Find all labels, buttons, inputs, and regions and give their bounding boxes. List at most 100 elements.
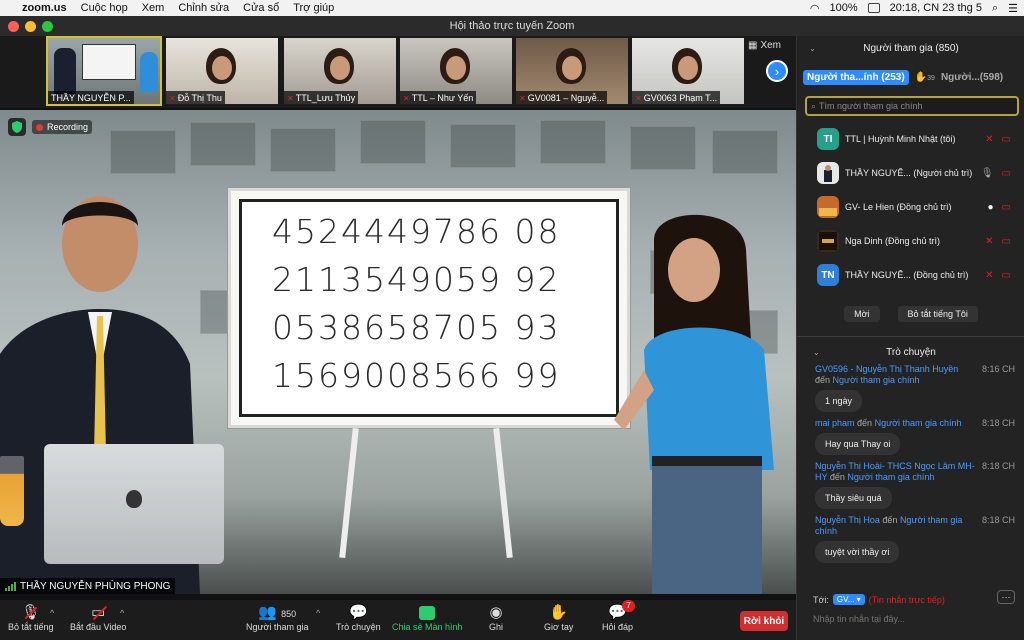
participant-list: TI TTL | Huỳnh Minh Nhật (tôi) ✕ ▭ THẦY N… <box>797 122 1024 292</box>
tile-name-label: ✕ TTL_Lưu Thủy <box>284 91 359 104</box>
avatar <box>817 196 839 218</box>
share-screen-button[interactable]: Chia sẻ Màn hình <box>392 604 463 632</box>
recipient-dropdown[interactable]: GV... ▾ <box>832 594 865 605</box>
raise-hand-button[interactable]: ✋ Giơ tay <box>544 604 573 632</box>
control-center-icon[interactable]: ☰ <box>1008 2 1018 15</box>
window-titlebar: Hội thảo trực tuyến Zoom <box>0 16 1024 36</box>
participant-row[interactable]: THẦY NGUYỄ... (Người chủ trì) 🎙 ▭ <box>797 156 1024 190</box>
chat-sender[interactable]: Nguyễn Thị Hoa <box>815 515 880 525</box>
chat-messages: GV0596 - Nguyễn Thị Thanh Huyền đến Người… <box>797 364 1024 569</box>
menu-window[interactable]: Cửa sổ <box>243 2 279 14</box>
presenter-woman <box>614 214 774 594</box>
leave-button[interactable]: Rời khỏi <box>740 611 788 631</box>
more-options-button[interactable]: ··· <box>997 590 1015 604</box>
battery-icon[interactable] <box>867 3 880 13</box>
gallery-tile[interactable]: ✕ TTL – Như Yến <box>400 38 512 104</box>
chevron-up-icon[interactable]: ^ <box>50 608 54 618</box>
participants-header: ⌄ Người tham gia (850) <box>809 42 959 54</box>
muted-mic-icon: ✕ <box>169 93 176 103</box>
recording-dot-icon <box>36 123 43 131</box>
participant-row[interactable]: GV- Le Hien (Đồng chủ trì) ● ▭ <box>797 190 1024 224</box>
wifi-icon[interactable]: ◠ <box>810 2 820 15</box>
participant-row[interactable]: TN THẦY NGUYỄ... (Đồng chủ trì) ✕ ▭ <box>797 258 1024 292</box>
tab-other-participants[interactable]: Người...(598) <box>941 72 1003 83</box>
invite-button[interactable]: Mời <box>844 306 880 322</box>
tile-person <box>140 52 158 92</box>
gallery-next-button[interactable]: › <box>766 60 788 82</box>
battery-percent: 100% <box>829 2 858 14</box>
view-button[interactable]: ▦ Xem <box>748 40 781 51</box>
menu-help[interactable]: Trợ giúp <box>293 2 334 14</box>
search-icon[interactable]: ⌕ <box>992 2 998 15</box>
gallery-tile[interactable]: THẦY NGUYỄN P... <box>46 36 162 106</box>
avatar: TI <box>817 128 839 150</box>
gallery-tile[interactable]: ✕ TTL_Lưu Thủy <box>284 38 396 104</box>
menu-view[interactable]: Xem <box>142 2 165 14</box>
meeting-toolbar: 🎙 Bỏ tắt tiếng ^ ▭ Bắt đầu Video ^ 👥 850… <box>0 600 796 640</box>
menu-meeting[interactable]: Cuộc họp <box>81 2 128 14</box>
close-window-button[interactable] <box>8 21 19 32</box>
menu-edit[interactable]: Chỉnh sửa <box>178 2 229 14</box>
hand-icon: ✋ <box>914 71 928 83</box>
chevron-down-icon[interactable]: ⌄ <box>809 44 816 53</box>
speaker-name-label: THẦY NGUYỄN PHÙNG PHONG <box>0 578 176 594</box>
chat-bubble: Thầy siêu quá <box>815 487 892 509</box>
unmute-button[interactable]: 🎙 Bỏ tắt tiếng <box>8 604 54 632</box>
board-stand <box>493 428 513 558</box>
gallery-strip: THẦY NGUYỄN P... ✕ Đỗ Thị Thu ✕ TTL_Lưu Th… <box>0 36 796 108</box>
menu-clock[interactable]: 20:18, CN 23 thg 5 <box>890 2 982 14</box>
chat-input[interactable] <box>813 614 1013 624</box>
video-off-icon: ▭ <box>91 604 108 622</box>
tile-person <box>54 48 76 94</box>
participants-button[interactable]: 👥 850 Người tham gia <box>246 604 308 632</box>
participant-row[interactable]: Nga Dinh (Đồng chủ trì) ✕ ▭ <box>797 224 1024 258</box>
avatar <box>817 230 839 252</box>
gallery-tile[interactable]: ✕ Đỗ Thị Thu <box>166 38 278 104</box>
board-row: 4524449786 08 <box>272 212 561 251</box>
participant-actions: Mời Bỏ tắt tiếng Tôi <box>797 306 1024 322</box>
hand-icon: ✋ <box>549 604 569 621</box>
raised-hands-count[interactable]: ✋39 <box>915 72 935 83</box>
tile-name-label: ✕ GV0063 Phạm T... <box>632 91 721 104</box>
participant-search[interactable]: ⌕ Tìm người tham gia chính <box>805 96 1019 116</box>
participant-row[interactable]: TI TTL | Huỳnh Minh Nhật (tôi) ✕ ▭ <box>797 122 1024 156</box>
muted-mic-icon: 🎙 <box>21 604 40 622</box>
muted-mic-icon: ✕ <box>985 235 994 247</box>
search-input[interactable]: Tìm người tham gia chính <box>819 101 922 111</box>
share-screen-icon <box>419 606 436 620</box>
video-off-icon: ▭ <box>1001 201 1011 213</box>
avatar <box>817 162 839 184</box>
video-off-icon: ▭ <box>1001 269 1011 281</box>
chat-sender[interactable]: mai pham <box>815 418 855 428</box>
zoom-window-button[interactable] <box>42 21 53 32</box>
chat-icon: 💬 <box>349 604 368 621</box>
minimize-window-button[interactable] <box>25 21 36 32</box>
chat-header: ⌄ Trò chuyện <box>813 346 936 358</box>
start-video-button[interactable]: ▭ Bắt đầu Video <box>70 604 126 632</box>
board-stand <box>339 428 359 558</box>
tab-main-participants[interactable]: Người tha...ính (253) <box>803 69 909 85</box>
chat-message: mai pham đến Người tham gia chính 8:18 CH… <box>797 418 1024 455</box>
chevron-down-icon[interactable]: ⌄ <box>813 348 820 357</box>
recording-dot-icon: ● <box>987 201 994 213</box>
muted-mic-icon: ✕ <box>985 133 994 145</box>
unmute-me-button[interactable]: Bỏ tắt tiếng Tôi <box>897 306 978 322</box>
chat-bubble: 1 ngày <box>815 390 863 412</box>
chat-button[interactable]: 💬 Trò chuyện <box>336 604 381 632</box>
juice-glass <box>0 456 24 526</box>
chat-sender[interactable]: GV0596 - Nguyễn Thị Thanh Huyền <box>815 364 958 374</box>
chat-bubble: Hay qua Thay oi <box>815 433 901 455</box>
gallery-tile[interactable]: ✕ GV0081 – Nguyễ... <box>516 38 628 104</box>
record-button[interactable]: ◉ Ghi <box>489 604 503 632</box>
laptop <box>44 444 224 564</box>
menu-app-name[interactable]: zoom.us <box>22 2 67 14</box>
qa-button[interactable]: 💬 7 Hỏi đáp <box>602 600 635 632</box>
board-row: 1569008566 99 <box>272 356 561 395</box>
active-speaker-video[interactable]: Recording 4524449786 08 2113549059 92 05… <box>0 110 796 594</box>
chevron-up-icon[interactable]: ^ <box>120 608 124 618</box>
whiteboard: 4524449786 08 2113549059 92 0538658705 9… <box>228 188 630 428</box>
muted-mic-icon: ✕ <box>403 93 410 103</box>
tile-name-label: ✕ TTL – Như Yến <box>400 91 477 104</box>
chevron-up-icon[interactable]: ^ <box>316 608 320 618</box>
gallery-tile[interactable]: ✕ GV0063 Phạm T... <box>632 38 744 104</box>
